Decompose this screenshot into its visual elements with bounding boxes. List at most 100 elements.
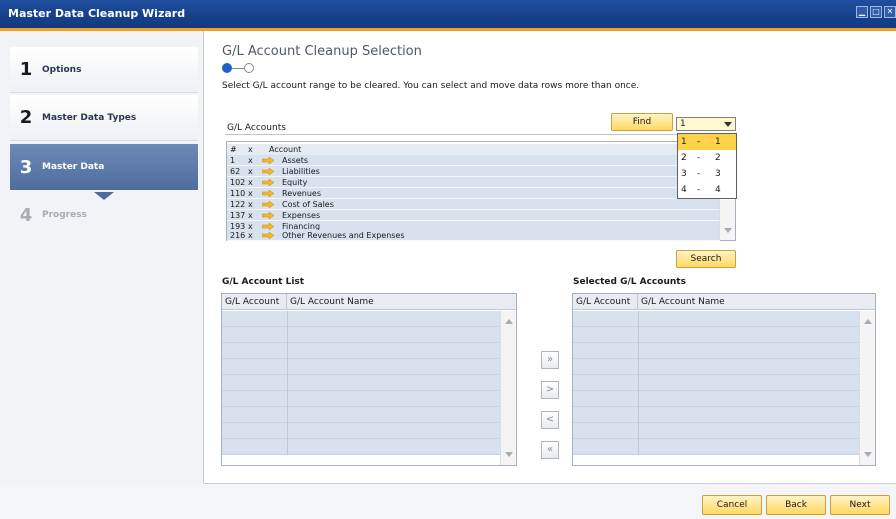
back-button[interactable]: Back bbox=[766, 495, 826, 515]
row-account: Cost of Sales bbox=[282, 200, 334, 209]
row-num: 137 bbox=[230, 211, 246, 220]
row-account: Expenses bbox=[282, 211, 321, 220]
table-row[interactable] bbox=[222, 391, 500, 407]
table-row[interactable]: 122 x Cost of Sales bbox=[227, 199, 720, 210]
table-row[interactable] bbox=[573, 439, 859, 455]
row-x: x bbox=[248, 200, 253, 209]
col-header-num: # bbox=[230, 145, 237, 154]
step-options[interactable]: 1 Options bbox=[10, 47, 198, 93]
scroll-down-icon[interactable] bbox=[724, 228, 732, 233]
range-dropdown-list[interactable]: 1 - 1 2 - 2 3 - 3 4 - 4 bbox=[677, 133, 737, 199]
table-row[interactable] bbox=[573, 327, 859, 343]
window-title: Master Data Cleanup Wizard bbox=[8, 7, 186, 20]
option-to: 2 bbox=[715, 153, 721, 163]
table-row[interactable]: 110 x Revenues bbox=[227, 188, 720, 199]
row-account: Equity bbox=[282, 178, 308, 187]
arrow-right-icon bbox=[262, 212, 274, 219]
col-header-gl-account-name: G/L Account Name bbox=[290, 297, 374, 307]
row-num: 110 bbox=[230, 189, 246, 198]
option-from: 2 bbox=[681, 153, 687, 163]
step-label: Master Data Types bbox=[42, 112, 137, 123]
move-left-button[interactable]: < bbox=[541, 411, 559, 429]
step-number: 1 bbox=[19, 59, 33, 80]
row-account: Other Revenues and Expenses bbox=[282, 231, 405, 240]
table-row[interactable] bbox=[573, 311, 859, 327]
close-icon[interactable]: ✕ bbox=[884, 6, 896, 18]
col-header-gl-account: G/L Account bbox=[222, 294, 287, 310]
table-row[interactable] bbox=[573, 407, 859, 423]
dropdown-option[interactable]: 4 - 4 bbox=[678, 182, 736, 198]
find-button[interactable]: Find bbox=[611, 113, 673, 131]
selected-accounts-scrollbar[interactable] bbox=[859, 311, 875, 465]
row-num: 1 bbox=[230, 156, 236, 165]
option-to: 3 bbox=[715, 169, 721, 179]
row-x: x bbox=[248, 211, 253, 220]
arrow-right-icon bbox=[262, 168, 274, 175]
table-row[interactable] bbox=[222, 439, 500, 455]
table-row[interactable]: 137 x Expenses bbox=[227, 210, 720, 221]
table-row[interactable] bbox=[222, 375, 500, 391]
col-header-gl-account-name: G/L Account Name bbox=[641, 297, 725, 307]
gl-accounts-label: G/L Accounts bbox=[227, 123, 286, 133]
table-row[interactable] bbox=[222, 327, 500, 343]
move-all-left-button[interactable]: « bbox=[541, 441, 559, 459]
step-number: 2 bbox=[19, 107, 33, 128]
row-x: x bbox=[248, 178, 253, 187]
arrow-right-icon bbox=[262, 201, 274, 208]
accounts-scrollbar[interactable] bbox=[719, 200, 735, 240]
arrow-right-icon bbox=[262, 190, 274, 197]
search-button[interactable]: Search bbox=[676, 250, 736, 268]
table-row[interactable]: 1 x Assets bbox=[227, 155, 720, 166]
grid-body bbox=[573, 311, 859, 455]
table-row[interactable]: 62 x Liabilities bbox=[227, 166, 720, 177]
account-list-title: G/L Account List bbox=[222, 277, 305, 287]
table-row[interactable]: 216 x Other Revenues and Expenses bbox=[227, 230, 720, 241]
grid-header: G/L Account G/L Account Name bbox=[222, 294, 516, 310]
table-row[interactable] bbox=[573, 375, 859, 391]
scroll-down-icon[interactable] bbox=[864, 452, 872, 457]
col-header-gl-account: G/L Account bbox=[573, 294, 638, 310]
grid-header: G/L Account G/L Account Name bbox=[573, 294, 875, 310]
row-x: x bbox=[248, 156, 253, 165]
table-row[interactable]: 102 x Equity bbox=[227, 177, 720, 188]
step-progress: 4 Progress bbox=[10, 192, 198, 238]
table-row[interactable] bbox=[222, 407, 500, 423]
maximize-icon[interactable]: □ bbox=[870, 6, 882, 18]
step-master-data-types[interactable]: 2 Master Data Types bbox=[10, 95, 198, 141]
grid-body bbox=[222, 311, 500, 455]
table-row[interactable] bbox=[222, 359, 500, 375]
dropdown-option[interactable]: 3 - 3 bbox=[678, 166, 736, 182]
account-list-scrollbar[interactable] bbox=[500, 311, 516, 465]
move-all-right-button[interactable]: » bbox=[541, 351, 559, 369]
gl-accounts-table[interactable]: # x Account 1 x Assets 62 x Liabilities … bbox=[226, 141, 736, 241]
dropdown-option[interactable]: 1 - 1 bbox=[678, 134, 736, 150]
selected-accounts-title: Selected G/L Accounts bbox=[573, 277, 686, 287]
scroll-up-icon[interactable] bbox=[505, 319, 513, 324]
table-row[interactable] bbox=[573, 423, 859, 439]
table-row[interactable] bbox=[573, 343, 859, 359]
table-row[interactable] bbox=[573, 359, 859, 375]
arrow-right-icon bbox=[262, 223, 274, 230]
dropdown-option[interactable]: 2 - 2 bbox=[678, 150, 736, 166]
step-master-data[interactable]: 3 Master Data bbox=[10, 144, 198, 190]
table-row[interactable] bbox=[573, 391, 859, 407]
move-right-button[interactable]: > bbox=[541, 381, 559, 399]
step-label: Options bbox=[42, 64, 82, 75]
next-button[interactable]: Next bbox=[830, 495, 890, 515]
scroll-up-icon[interactable] bbox=[864, 319, 872, 324]
scroll-down-icon[interactable] bbox=[505, 452, 513, 457]
selected-accounts-grid[interactable]: G/L Account G/L Account Name bbox=[572, 293, 876, 466]
row-num: 122 bbox=[230, 200, 246, 209]
substep-next-icon bbox=[244, 63, 254, 73]
table-row[interactable] bbox=[222, 311, 500, 327]
chevron-down-icon bbox=[724, 122, 732, 127]
row-num: 62 bbox=[230, 167, 241, 176]
account-list-grid[interactable]: G/L Account G/L Account Name bbox=[221, 293, 517, 466]
cancel-button[interactable]: Cancel bbox=[702, 495, 762, 515]
row-account: Assets bbox=[282, 156, 309, 165]
table-row[interactable] bbox=[222, 343, 500, 359]
table-row[interactable] bbox=[222, 423, 500, 439]
option-to: 1 bbox=[715, 137, 721, 147]
minimize-icon[interactable]: ▁ bbox=[856, 6, 868, 18]
range-select[interactable]: 1 bbox=[676, 117, 736, 131]
